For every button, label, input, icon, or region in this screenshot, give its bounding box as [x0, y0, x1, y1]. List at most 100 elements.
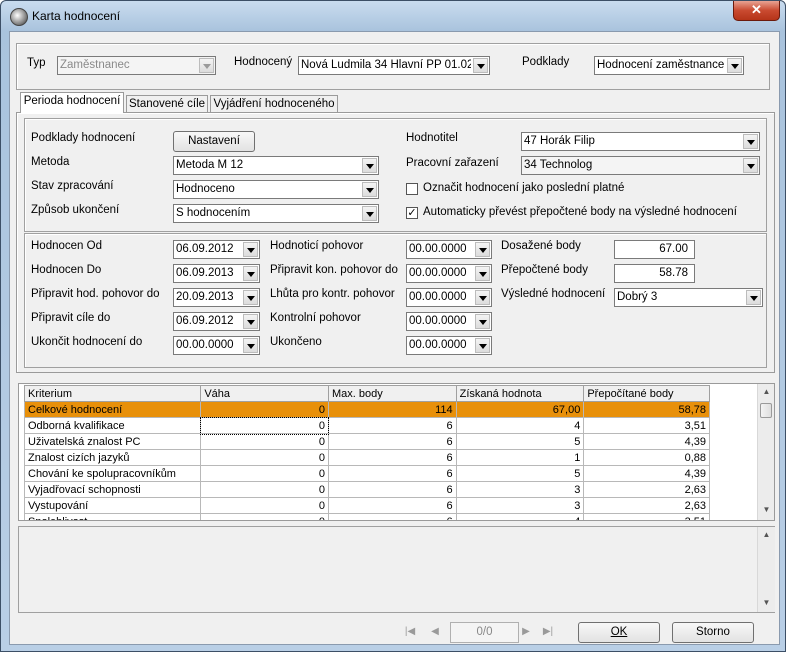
scroll-down-icon[interactable]: ▼ [758, 595, 775, 611]
hodnotitel-select[interactable]: 47 Horák Filip [521, 132, 760, 151]
tab-perioda[interactable]: Perioda hodnocení [20, 92, 124, 113]
pripravit-cile-field[interactable]: 06.09.2012 [173, 312, 260, 331]
posledni-checkbox[interactable] [406, 183, 418, 195]
table-row[interactable]: Spolehlivost0643,51 [23, 513, 710, 520]
table-cell[interactable]: 67,00 [455, 401, 585, 418]
hodnocen-do-field[interactable]: 06.09.2013 [173, 264, 260, 283]
chevron-down-icon[interactable] [475, 338, 490, 353]
zpusob-select[interactable]: S hodnocením [173, 204, 379, 223]
table-cell[interactable]: 0 [200, 497, 329, 514]
chevron-down-icon[interactable] [243, 290, 258, 305]
table-cell[interactable]: Odborná kvalifikace [23, 417, 202, 434]
table-cell[interactable]: 3,51 [583, 417, 710, 434]
table-row[interactable]: Celkové hodnocení 0 114 67,00 58,78 [23, 401, 710, 418]
scroll-up-icon[interactable]: ▲ [758, 527, 775, 543]
table-cell[interactable]: 0 [200, 401, 329, 418]
pripravit-hod-field[interactable]: 20.09.2013 [173, 288, 260, 307]
ukoncit-field[interactable]: 00.00.0000 [173, 336, 260, 355]
scroll-down-icon[interactable]: ▼ [758, 502, 774, 518]
hodnocen-od-field[interactable]: 06.09.2012 [173, 240, 260, 259]
table-cell[interactable]: 0,88 [583, 449, 710, 466]
table-cell[interactable]: 6 [327, 449, 457, 466]
table-cell[interactable]: 6 [327, 497, 457, 514]
grid-scrollbar[interactable]: ▲ ▼ [757, 384, 774, 520]
table-cell[interactable]: 5 [455, 465, 585, 482]
chevron-down-icon[interactable] [362, 158, 377, 173]
metoda-select[interactable]: Metoda M 12 [173, 156, 379, 175]
ukonceno-field[interactable]: 00.00.0000 [406, 336, 492, 355]
table-cell[interactable]: 4 [455, 417, 585, 434]
title-bar[interactable]: Karta hodnocení ✕ [1, 1, 785, 29]
scroll-thumb[interactable] [760, 403, 772, 418]
table-cell[interactable]: 0 [200, 513, 329, 520]
storno-button[interactable]: Storno [672, 622, 754, 643]
table-cell[interactable]: 6 [327, 417, 457, 434]
prev-record-icon[interactable]: ◀ [426, 623, 444, 641]
table-cell[interactable]: Uživatelská znalost PC [23, 433, 202, 450]
table-row[interactable]: Vyjadřovací schopnosti 0 6 3 2,63 [23, 481, 710, 498]
table-cell[interactable]: 2,63 [583, 481, 710, 498]
chevron-down-icon[interactable] [475, 266, 490, 281]
lhuta-field[interactable]: 00.00.0000 [406, 288, 492, 307]
dosazene-field[interactable]: 67.00 [614, 240, 695, 259]
stav-select[interactable]: Hodnoceno [173, 180, 379, 199]
table-cell[interactable]: Znalost cizích jazyků [23, 449, 202, 466]
chevron-down-icon[interactable] [746, 290, 761, 305]
last-record-icon[interactable]: ▶| [539, 623, 557, 641]
table-row[interactable]: Vystupování 0 6 3 2,63 [23, 497, 710, 514]
pripravit-kon-field[interactable]: 00.00.0000 [406, 264, 492, 283]
chevron-down-icon[interactable] [243, 242, 258, 257]
table-cell[interactable]: 4,39 [583, 465, 710, 482]
chevron-down-icon[interactable] [743, 158, 758, 173]
table-cell[interactable]: 4,39 [583, 433, 710, 450]
table-cell[interactable]: 6 [327, 465, 457, 482]
column-header[interactable]: Přepočítané body [583, 385, 710, 402]
table-cell[interactable]: Vystupování [23, 497, 202, 514]
table-cell[interactable]: 6 [327, 481, 457, 498]
close-button[interactable]: ✕ [733, 1, 780, 21]
table-cell[interactable]: 4 [455, 513, 585, 520]
chevron-down-icon[interactable] [243, 266, 258, 281]
table-row[interactable]: Uživatelská znalost PC 0 6 5 4,39 [23, 433, 710, 450]
chevron-down-icon[interactable] [727, 58, 742, 73]
prepoctene-field[interactable]: 58.78 [614, 264, 695, 283]
chevron-down-icon[interactable] [362, 182, 377, 197]
column-header[interactable]: Váha [200, 385, 329, 402]
chevron-down-icon[interactable] [473, 58, 488, 73]
table-row[interactable]: Odborná kvalifikace 0 6 4 3,51 [23, 416, 710, 435]
tab-cile[interactable]: Stanovené cíle [126, 95, 208, 113]
table-cell[interactable]: 0 [200, 481, 329, 498]
column-header[interactable]: Získaná hodnota [455, 385, 585, 402]
tab-vyjadreni[interactable]: Vyjádření hodnoceného [210, 95, 338, 113]
chevron-down-icon[interactable] [243, 314, 258, 329]
chevron-down-icon[interactable] [243, 338, 258, 353]
chevron-down-icon[interactable] [475, 242, 490, 257]
table-cell[interactable]: Vyjadřovací schopnosti [23, 481, 202, 498]
table-cell[interactable]: 114 [327, 401, 457, 418]
chevron-down-icon[interactable] [475, 290, 490, 305]
table-cell[interactable]: 0 [200, 449, 329, 466]
chevron-down-icon[interactable] [475, 314, 490, 329]
table-cell[interactable]: Celkové hodnocení [23, 401, 202, 418]
first-record-icon[interactable]: |◀ [401, 623, 419, 641]
table-cell[interactable]: Chování ke spolupracovníkům [23, 465, 202, 482]
memo-scrollbar[interactable]: ▲ ▼ [757, 527, 775, 612]
vysledne-select[interactable]: Dobrý 3 [614, 288, 763, 307]
table-cell[interactable]: 3 [455, 497, 585, 514]
hodnotici-field[interactable]: 00.00.0000 [406, 240, 492, 259]
table-row[interactable]: Chování ke spolupracovníkům 0 6 5 4,39 [23, 465, 710, 482]
table-cell[interactable]: 6 [327, 433, 457, 450]
ok-button[interactable]: OK [578, 622, 660, 643]
column-header[interactable]: Max. body [327, 385, 457, 402]
prevest-checkbox[interactable]: ✓ [406, 207, 418, 219]
chevron-down-icon[interactable] [362, 206, 377, 221]
nastaveni-button[interactable]: Nastavení [173, 131, 255, 152]
kontrolni-field[interactable]: 00.00.0000 [406, 312, 492, 331]
next-record-icon[interactable]: ▶ [517, 623, 535, 641]
zarazeni-select[interactable]: 34 Technolog [521, 156, 760, 175]
table-cell[interactable]: 1 [455, 449, 585, 466]
table-cell[interactable]: 58,78 [583, 401, 710, 418]
table-cell[interactable]: 0 [199, 416, 330, 435]
table-row[interactable]: Znalost cizích jazyků 0 6 1 0,88 [23, 449, 710, 466]
table-cell[interactable]: 0 [200, 433, 329, 450]
